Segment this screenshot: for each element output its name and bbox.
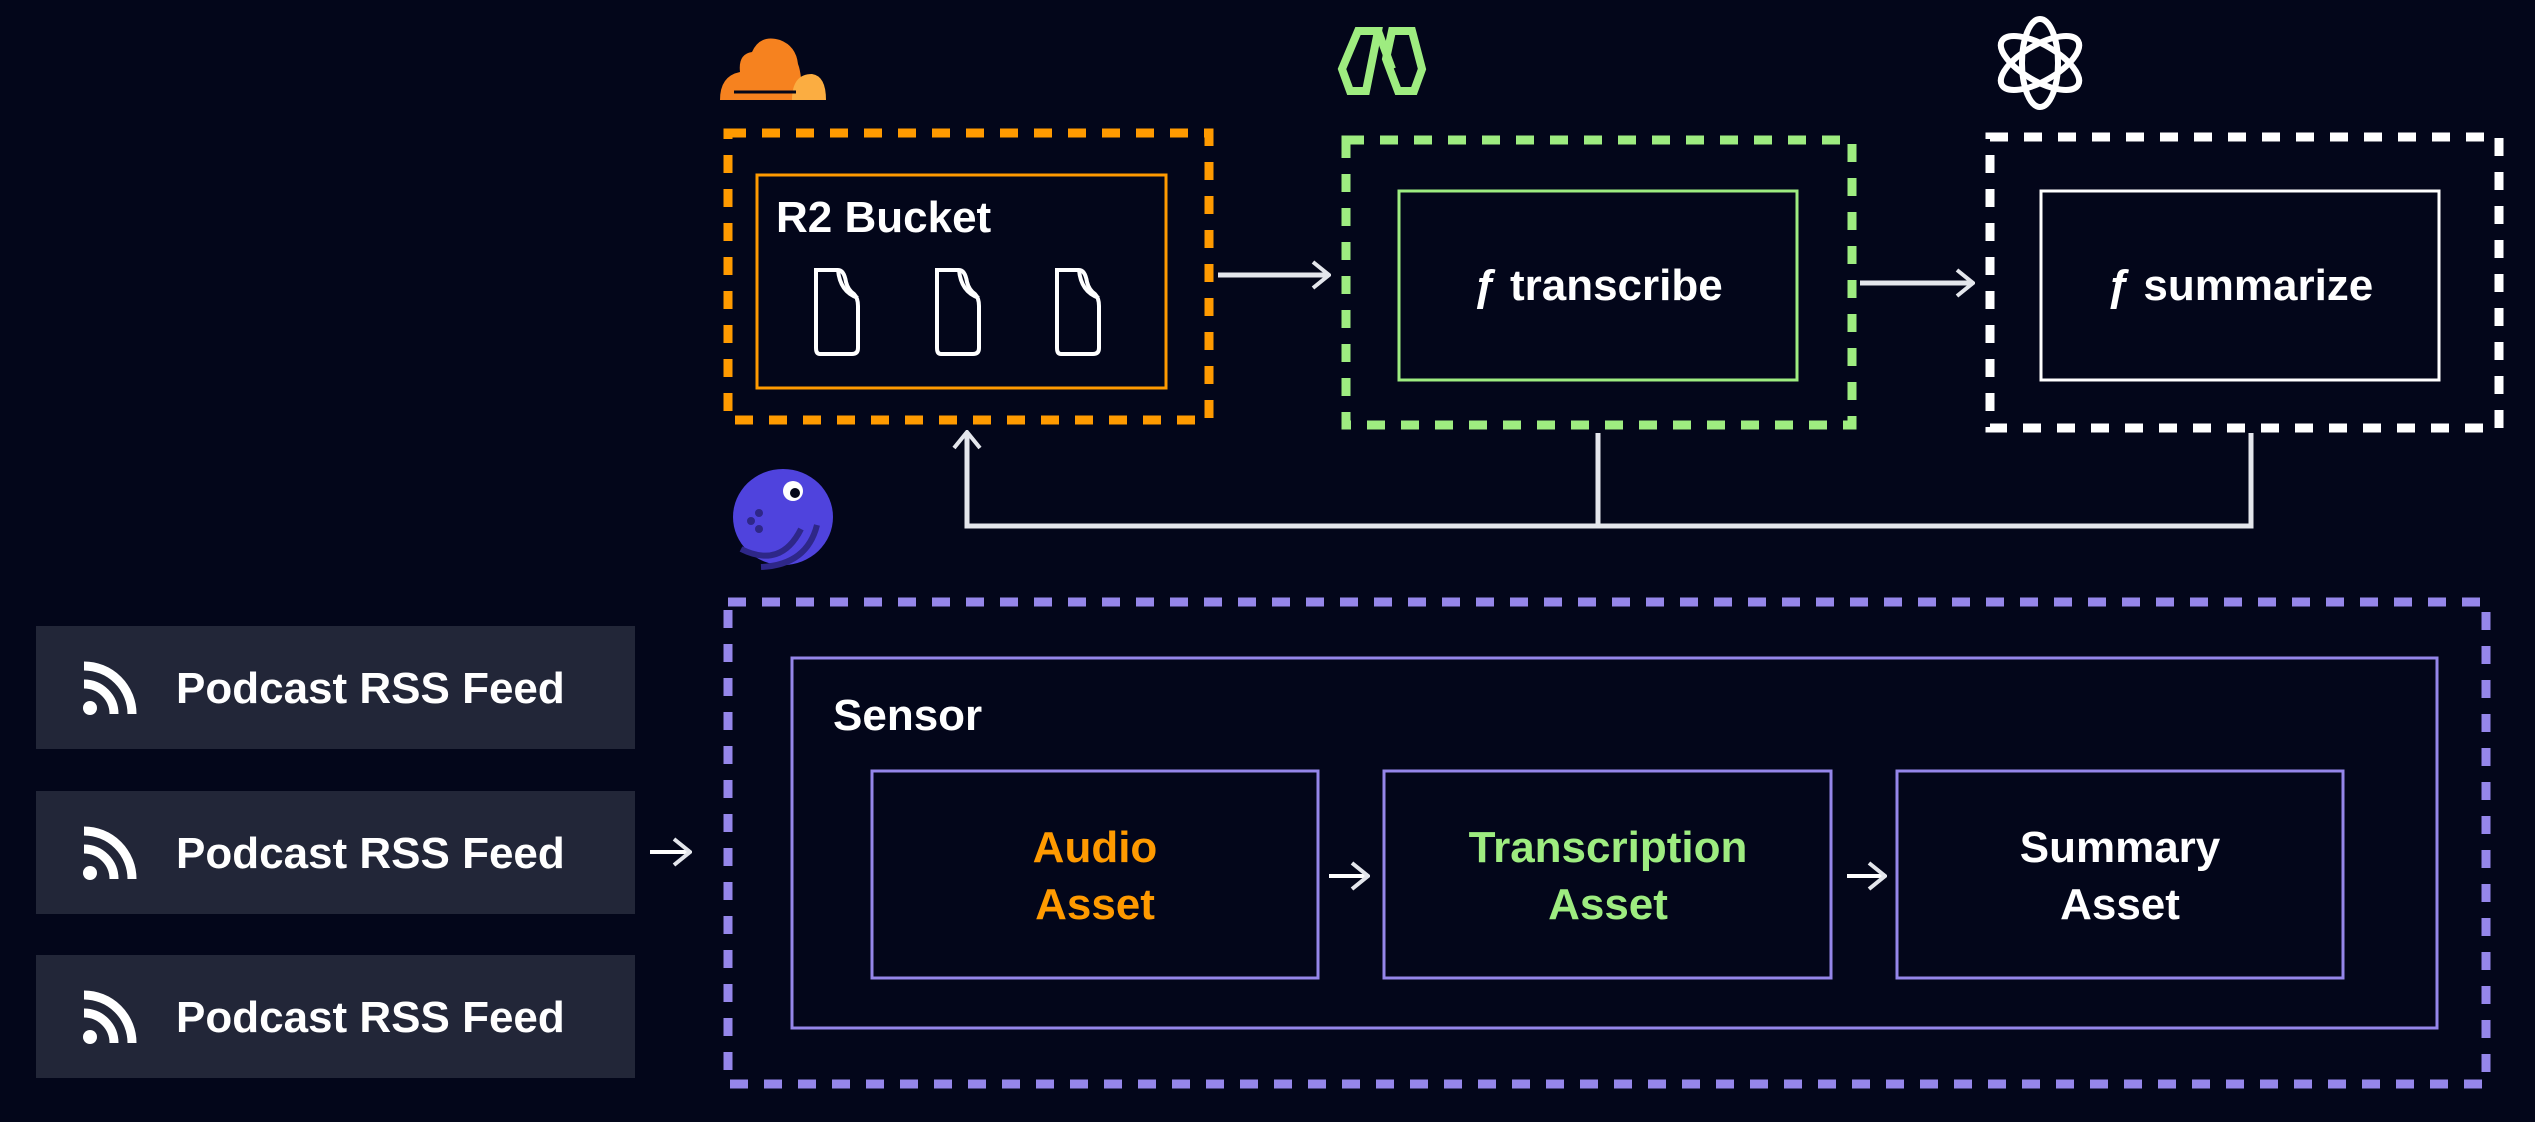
feed-item[interactable]: Podcast RSS Feed — [36, 791, 635, 914]
transcription-asset[interactable]: Transcription Asset — [1382, 769, 1833, 980]
sensor-title: Sensor — [833, 691, 982, 740]
summarize-label: ƒ summarize — [2107, 261, 2374, 310]
openai-logo-icon — [1997, 16, 2083, 110]
transcribe-label: ƒ transcribe — [1473, 261, 1722, 310]
feed-label: Podcast RSS Feed — [176, 993, 565, 1042]
feed-item[interactable]: Podcast RSS Feed — [36, 626, 635, 749]
file-icon — [814, 268, 860, 356]
modal-logo-icon — [1337, 27, 1427, 95]
asset-label: Transcription — [1469, 823, 1748, 872]
file-icon — [1055, 268, 1101, 356]
feed-label: Podcast RSS Feed — [176, 664, 565, 713]
asset-label: Asset — [2060, 880, 2180, 929]
pipeline-diagram: R2 Bucket ƒ transcribe ƒ summarize Podca… — [36, 16, 2504, 1089]
summary-asset[interactable]: Summary Asset — [1895, 769, 2345, 980]
arrow-return-to-r2 — [967, 432, 2254, 529]
feed-label: Podcast RSS Feed — [176, 829, 565, 878]
file-icon — [935, 268, 981, 356]
dagster-octopus-icon — [733, 469, 833, 570]
asset-label: Summary — [2020, 823, 2221, 872]
cloudflare-logo-icon — [720, 38, 826, 100]
r2-bucket-title: R2 Bucket — [776, 193, 992, 242]
feed-item[interactable]: Podcast RSS Feed — [36, 955, 635, 1078]
audio-asset[interactable]: Audio Asset — [870, 769, 1320, 980]
asset-label: Audio — [1033, 823, 1158, 872]
asset-label: Asset — [1548, 880, 1668, 929]
asset-label: Asset — [1035, 880, 1155, 929]
